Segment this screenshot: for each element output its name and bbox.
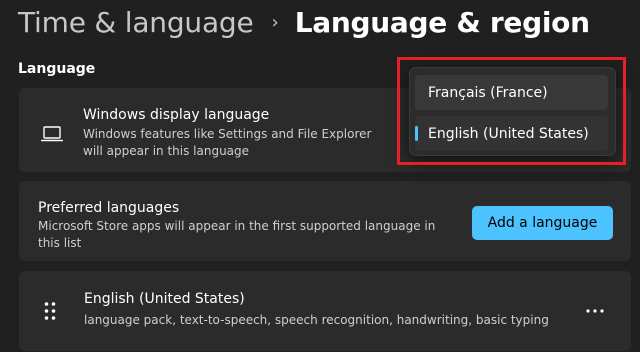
laptop-icon	[41, 126, 63, 142]
display-language-title: Windows display language	[83, 107, 270, 123]
installed-language-title: English (United States)	[84, 291, 245, 307]
add-language-button[interactable]: Add a language	[472, 206, 613, 240]
preferred-languages-description: Microsoft Store apps will appear in the …	[38, 219, 436, 250]
page-title: Language & region	[294, 5, 590, 39]
installed-language-row[interactable]: English (United States) language pack, t…	[19, 271, 631, 351]
display-language-description: Windows features like Settings and File …	[83, 127, 372, 158]
preferred-languages-title: Preferred languages	[38, 200, 180, 216]
preferred-languages-card: Preferred languages Microsoft Store apps…	[19, 181, 631, 261]
breadcrumb-chevron-icon: ›	[271, 11, 279, 33]
language-section-label: Language	[18, 61, 96, 77]
breadcrumb: Time & language › Language & region	[18, 0, 590, 44]
installed-language-features: language pack, text-to-speech, speech re…	[84, 313, 549, 327]
settings-page: Time & language › Language & region Lang…	[0, 0, 640, 352]
annotation-highlight-box	[397, 57, 626, 165]
drag-handle-icon[interactable]	[44, 301, 56, 321]
more-options-icon[interactable]	[585, 303, 605, 319]
breadcrumb-parent-link[interactable]: Time & language	[18, 6, 254, 39]
